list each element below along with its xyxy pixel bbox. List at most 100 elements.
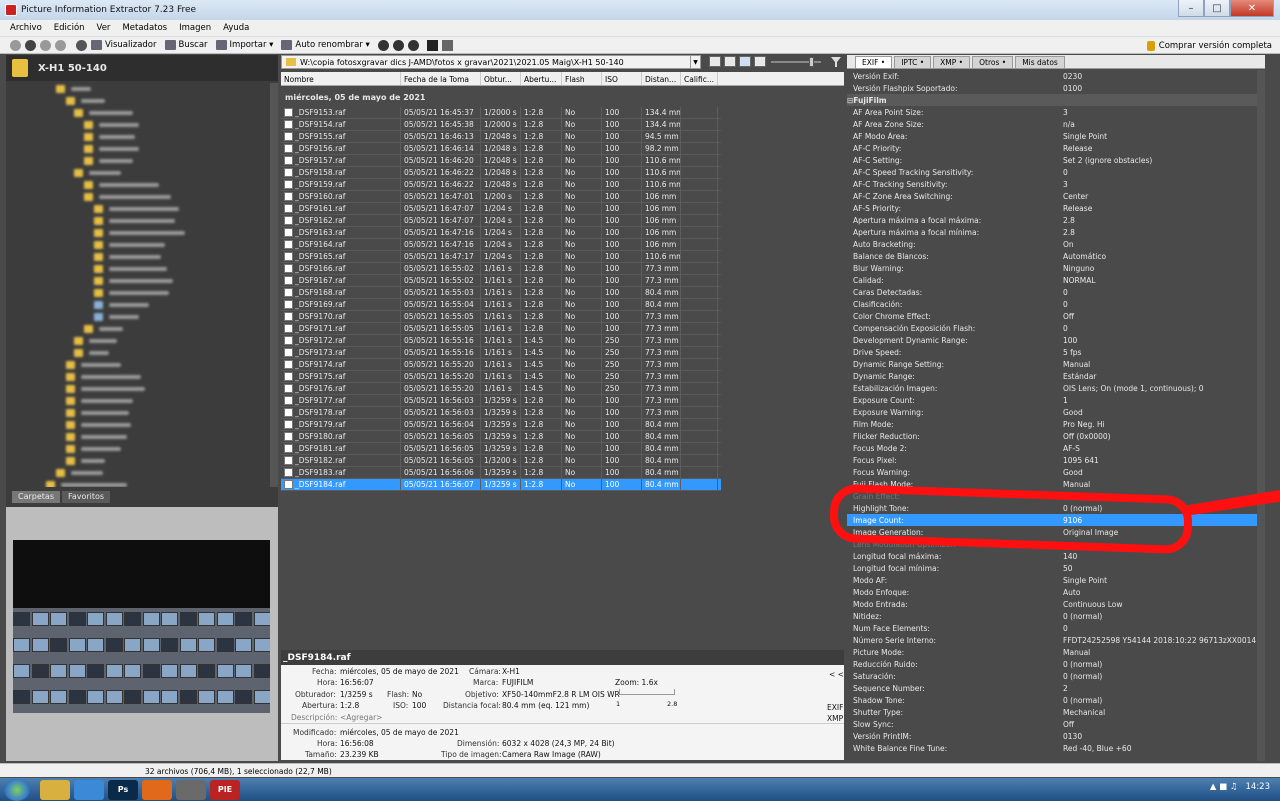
file-row[interactable]: _DSF9174.raf 05/05/21 16:55:20 1/161 s 1:4.…	[281, 358, 721, 371]
tree-item[interactable]	[6, 155, 270, 167]
col-flash[interactable]: Flash	[562, 72, 602, 85]
tab-iptc[interactable]: IPTC •	[894, 56, 932, 68]
path-input[interactable]: W:\copia fotosxgravar dics J-AMD\fotos x…	[300, 58, 690, 67]
metadata-row[interactable]: Estabilización Imagen: OIS Lens; On (mode…	[847, 382, 1265, 394]
file-row[interactable]: _DSF9177.raf 05/05/21 16:56:03 1/3259 s 1:2…	[281, 394, 721, 407]
search-button[interactable]: Buscar	[164, 40, 208, 50]
metadata-row[interactable]: Color Chrome Effect: Off	[847, 310, 1265, 322]
up-icon[interactable]	[40, 39, 51, 51]
metadata-row[interactable]: AF-C Speed Tracking Sensitivity: 0	[847, 166, 1265, 178]
metadata-row[interactable]: Versión PrintIM: 0130	[847, 730, 1265, 742]
metadata-row[interactable]: Reducción Ruido: 0 (normal)	[847, 658, 1265, 670]
tree-item[interactable]	[6, 239, 270, 251]
tree-item[interactable]	[6, 347, 270, 359]
metadata-row[interactable]: Picture Mode: Manual	[847, 646, 1265, 658]
thumb-size-slider[interactable]	[771, 57, 821, 67]
metadata-scrollbar[interactable]	[1257, 70, 1265, 761]
file-row[interactable]: _DSF9181.raf 05/05/21 16:56:05 1/3259 s 1:2…	[281, 442, 721, 455]
view-thumbs-icon[interactable]	[754, 56, 766, 67]
file-row[interactable]: _DSF9176.raf 05/05/21 16:55:20 1/161 s 1:4.…	[281, 382, 721, 395]
layout-b-icon[interactable]	[441, 39, 453, 51]
tree-item[interactable]	[6, 131, 270, 143]
file-row[interactable]: _DSF9161.raf 05/05/21 16:47:07 1/204 s 1:2.…	[281, 202, 721, 215]
slider-knob[interactable]	[809, 57, 814, 67]
metadata-row[interactable]: Apertura máxima a focal máxima: 2.8	[847, 214, 1265, 226]
tree-item[interactable]	[6, 179, 270, 191]
tab-otros[interactable]: Otros •	[972, 56, 1014, 68]
tree-item[interactable]	[6, 191, 270, 203]
import-button[interactable]: Importar ▾	[215, 40, 273, 50]
tree-item[interactable]	[6, 167, 270, 179]
tree-item[interactable]	[6, 251, 270, 263]
photoshop-icon[interactable]: Ps	[108, 779, 138, 800]
metadata-row[interactable]: Longitud focal máxima: 140	[847, 550, 1265, 562]
metadata-row[interactable]: Shadow Tone: 0 (normal)	[847, 694, 1265, 706]
metadata-row[interactable]: Blur Warning: Ninguno	[847, 262, 1265, 274]
metadata-row[interactable]: Drive Speed: 5 fps	[847, 346, 1265, 358]
metadata-row[interactable]: AF Modo Área: Single Point	[847, 130, 1265, 142]
tab-carpetas[interactable]: Carpetas	[12, 491, 60, 503]
metadata-row[interactable]: Nitidez: 0 (normal)	[847, 610, 1265, 622]
file-row[interactable]: _DSF9167.raf 05/05/21 16:55:02 1/161 s 1:2.…	[281, 274, 721, 287]
maximize-button[interactable]: □	[1204, 0, 1230, 17]
metadata-row[interactable]: Compensación Exposición Flash: 0	[847, 322, 1265, 334]
file-row[interactable]: _DSF9182.raf 05/05/21 16:56:05 1/3200 s 1:2…	[281, 454, 721, 467]
rotate-icon[interactable]	[407, 39, 419, 51]
folder-tree[interactable]	[6, 83, 270, 487]
metadata-row[interactable]: Balance de Blancos: Automático	[847, 250, 1265, 262]
firefox-icon[interactable]	[142, 779, 172, 800]
tree-item[interactable]	[6, 431, 270, 443]
tree-item[interactable]	[6, 419, 270, 431]
col-abertura[interactable]: Abertu...	[521, 72, 562, 85]
metadata-row[interactable]: AF-C Priority: Release	[847, 142, 1265, 154]
metadata-row[interactable]: Clasificación: 0	[847, 298, 1265, 310]
metadata-row[interactable]: Modo Enfoque: Auto	[847, 586, 1265, 598]
tree-scrollbar[interactable]	[270, 83, 278, 487]
settings-icon[interactable]	[76, 39, 87, 51]
metadata-row[interactable]: AF-S Priority: Release	[847, 202, 1265, 214]
tree-item[interactable]	[6, 467, 270, 479]
file-row[interactable]: _DSF9178.raf 05/05/21 16:56:03 1/3259 s 1:2…	[281, 406, 721, 419]
metadata-row[interactable]: Dynamic Range: Estándar	[847, 370, 1265, 382]
metadata-row[interactable]: Focus Warning: Good	[847, 466, 1265, 478]
metadata-row[interactable]: Exposure Count: 1	[847, 394, 1265, 406]
file-row[interactable]: _DSF9156.raf 05/05/21 16:46:14 1/2048 s 1:2…	[281, 142, 721, 155]
buy-button[interactable]: Comprar versión completa	[1146, 37, 1272, 54]
metadata-row[interactable]: Versión Exif: 0230	[847, 70, 1265, 82]
descripcion-add-link[interactable]: <Agregar>	[340, 713, 382, 722]
tree-item[interactable]	[6, 383, 270, 395]
metadata-row[interactable]: AF-C Zone Area Switching: Center	[847, 190, 1265, 202]
metadata-row[interactable]: Focus Mode 2: AF-S	[847, 442, 1265, 454]
file-row[interactable]: _DSF9163.raf 05/05/21 16:47:16 1/204 s 1:2.…	[281, 226, 721, 239]
file-row[interactable]: _DSF9153.raf 05/05/21 16:45:37 1/2000 s 1:2…	[281, 106, 721, 119]
viewer-button[interactable]: Visualizador	[91, 40, 157, 50]
exif-link[interactable]: EXIF	[827, 703, 843, 712]
rotate-left-icon[interactable]	[377, 39, 389, 51]
tree-item[interactable]	[6, 107, 270, 119]
col-calificacion[interactable]: Calific...	[681, 72, 718, 85]
tab-exif[interactable]: EXIF •	[855, 56, 893, 68]
col-obturador[interactable]: Obtur...	[481, 72, 521, 85]
filter-icon[interactable]	[831, 57, 841, 67]
tree-item[interactable]	[6, 335, 270, 347]
menu-imagen[interactable]: Imagen	[179, 23, 211, 33]
back-icon[interactable]	[10, 39, 21, 51]
collapse-button[interactable]: < <	[829, 670, 844, 679]
metadata-row[interactable]: White Balance Fine Tune: Red -40, Blue +6…	[847, 742, 1265, 754]
col-fecha[interactable]: Fecha de la Toma	[401, 72, 481, 85]
path-bar[interactable]: W:\copia fotosxgravar dics J-AMD\fotos x…	[281, 55, 701, 69]
menu-edicion[interactable]: Edición	[54, 23, 85, 33]
file-row[interactable]: _DSF9168.raf 05/05/21 16:55:03 1/161 s 1:2.…	[281, 286, 721, 299]
tree-item[interactable]	[6, 215, 270, 227]
start-button[interactable]	[4, 778, 30, 801]
metadata-row[interactable]: Versión Flashpix Soportado: 0100	[847, 82, 1265, 94]
metadata-row[interactable]: Saturación: 0 (normal)	[847, 670, 1265, 682]
tree-item[interactable]	[6, 299, 270, 311]
file-row[interactable]: _DSF9183.raf 05/05/21 16:56:06 1/3259 s 1:2…	[281, 466, 721, 479]
minimize-button[interactable]: –	[1178, 0, 1204, 17]
metadata-row[interactable]: Num Face Elements: 0	[847, 622, 1265, 634]
refresh-icon[interactable]	[55, 39, 66, 51]
forward-icon[interactable]	[25, 39, 36, 51]
metadata-row[interactable]: AF Area Zone Size: n/a	[847, 118, 1265, 130]
tree-item[interactable]	[6, 227, 270, 239]
